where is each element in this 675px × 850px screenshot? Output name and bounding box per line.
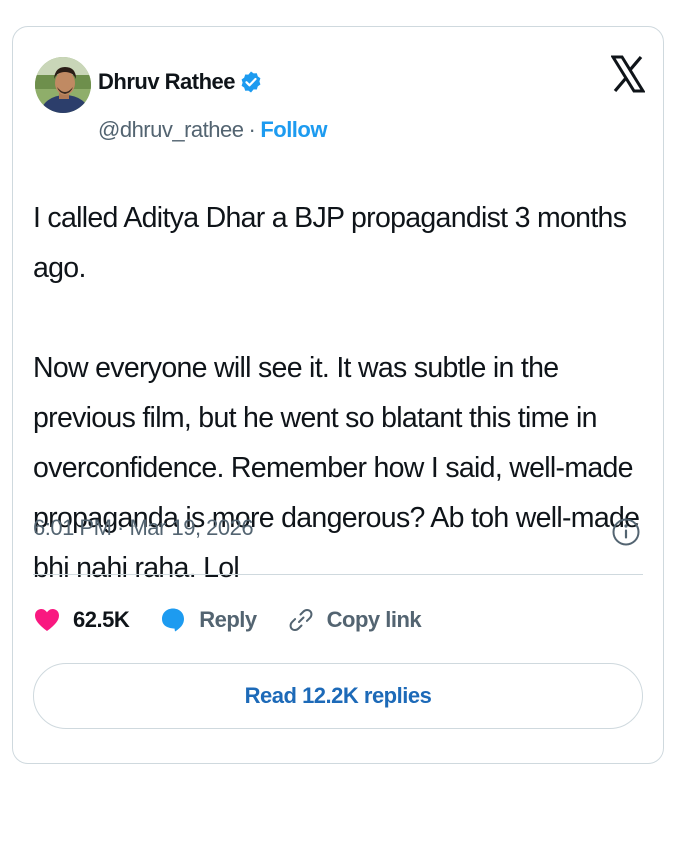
like-count: 62.5K xyxy=(73,607,130,632)
avatar[interactable] xyxy=(35,57,91,113)
author-name-row: Dhruv Rathee xyxy=(98,69,263,95)
tweet-paragraph: Now everyone will see it. It was subtle … xyxy=(33,352,640,584)
action-bar: 62.5K Reply Copy link xyxy=(33,599,451,641)
tweet-card: Dhruv Rathee @dhruv_rathee · Follow I ca… xyxy=(12,26,664,764)
tweet-paragraph: I called Aditya Dhar a BJP propagandist … xyxy=(33,202,627,284)
like-button[interactable]: 62.5K xyxy=(33,606,130,634)
x-logo-icon[interactable] xyxy=(611,55,645,93)
author-handle[interactable]: @dhruv_rathee xyxy=(98,117,244,143)
reply-label: Reply xyxy=(199,607,257,632)
tweet-timestamp[interactable]: 6:01 PM · Mar 19, 2026 xyxy=(33,515,254,541)
divider xyxy=(33,574,643,575)
author-handle-row: @dhruv_rathee · Follow xyxy=(98,117,327,143)
verified-badge-icon xyxy=(241,71,261,93)
read-replies-label: Read 12.2K replies xyxy=(244,683,432,708)
copy-link-label: Copy link xyxy=(326,607,422,632)
reply-button[interactable]: Reply xyxy=(159,606,257,634)
read-replies-button[interactable]: Read 12.2K replies xyxy=(33,663,643,729)
separator: · xyxy=(248,117,256,142)
follow-button[interactable]: Follow xyxy=(260,117,327,143)
avatar-image xyxy=(35,57,91,113)
info-icon[interactable] xyxy=(611,517,641,547)
reply-bubble-icon xyxy=(162,608,185,632)
copy-link-button[interactable]: Copy link xyxy=(287,606,422,634)
link-icon xyxy=(289,608,313,632)
author-name[interactable]: Dhruv Rathee xyxy=(98,69,236,95)
heart-icon xyxy=(35,609,59,631)
